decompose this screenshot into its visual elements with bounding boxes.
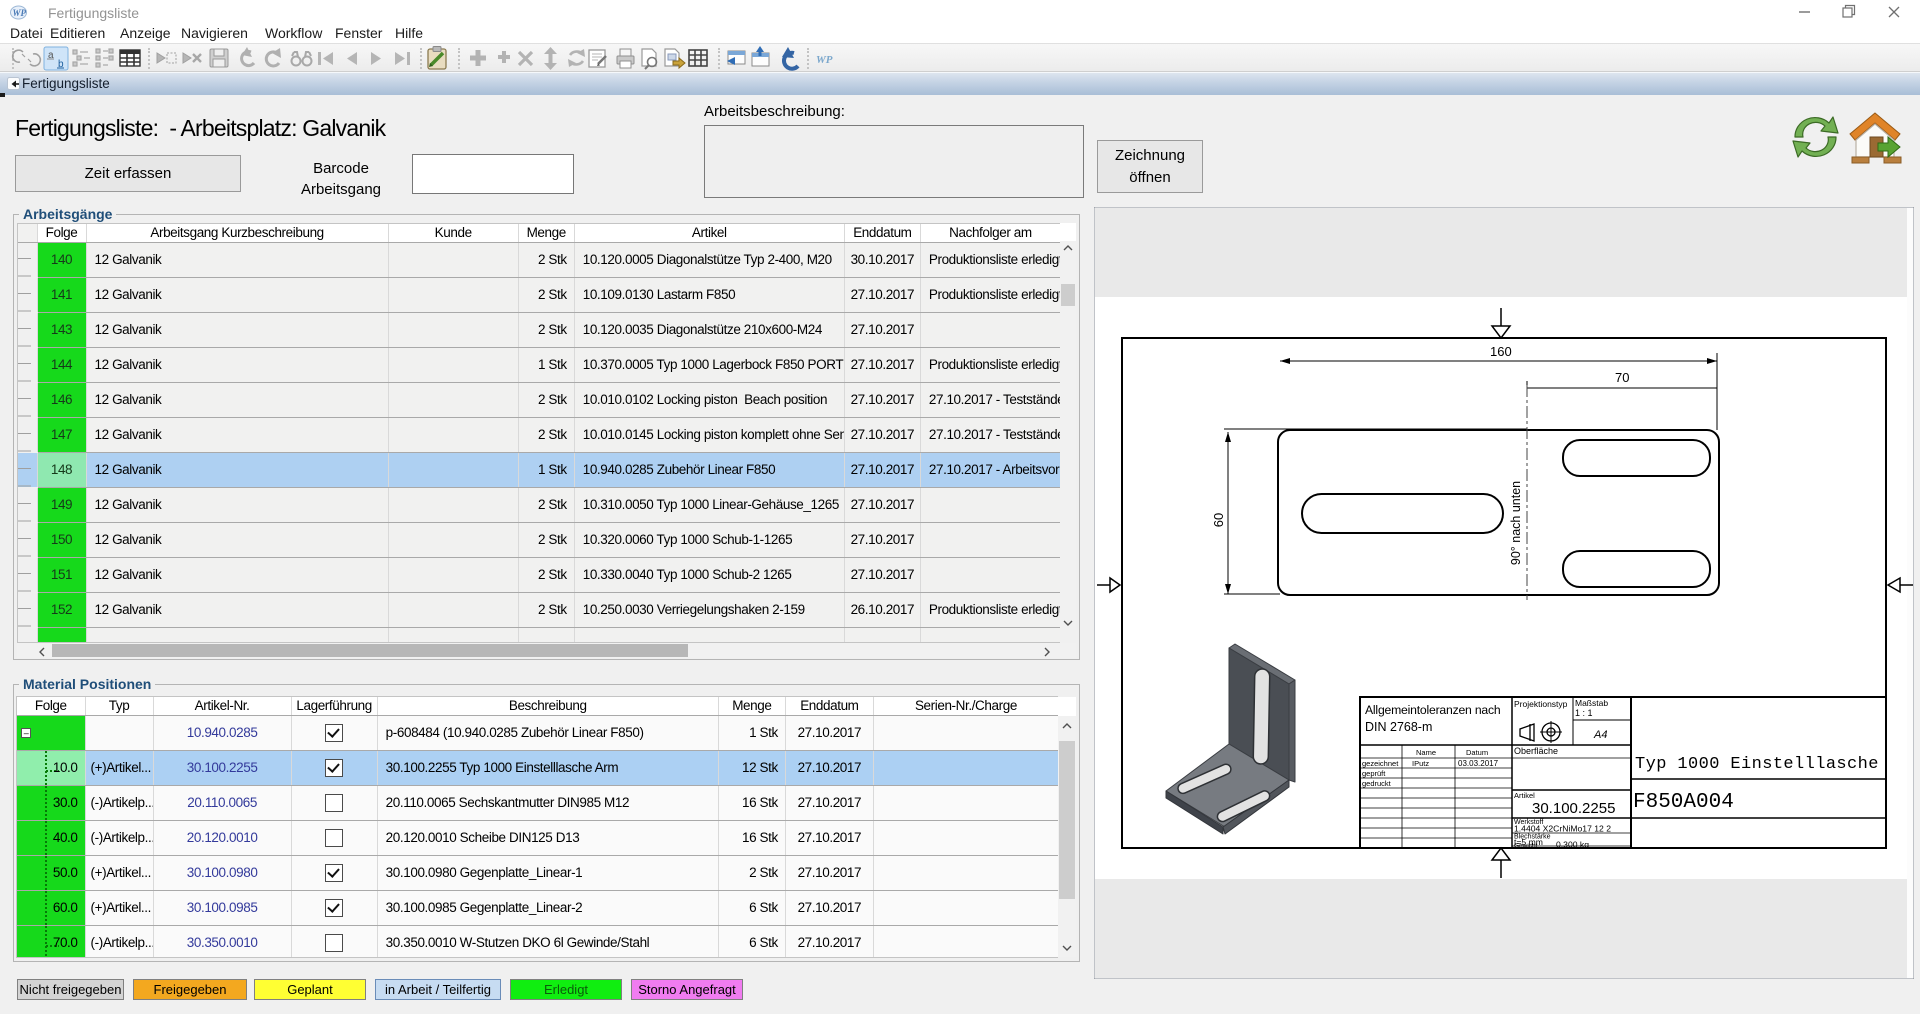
svg-text:Projektionstyp: Projektionstyp — [1514, 699, 1568, 709]
svg-text:gedruckt: gedruckt — [1362, 779, 1392, 788]
svg-text:Artikel: Artikel — [1514, 791, 1535, 800]
svg-text:Oberfläche: Oberfläche — [1514, 746, 1558, 756]
svg-text:A4: A4 — [1593, 729, 1607, 741]
svg-text:Datum: Datum — [1466, 748, 1488, 757]
svg-text:30.100.2255: 30.100.2255 — [1532, 800, 1615, 817]
svg-text:F850A004: F850A004 — [1633, 791, 1734, 814]
svg-text:geprüft: geprüft — [1362, 769, 1386, 778]
svg-text:60: 60 — [1211, 513, 1226, 527]
svg-text:Name: Name — [1416, 748, 1436, 757]
svg-text:70: 70 — [1615, 370, 1629, 385]
svg-text:Maßstab: Maßstab — [1575, 698, 1608, 708]
svg-text:WP: WP — [13, 8, 27, 18]
svg-text:160: 160 — [1490, 344, 1512, 359]
svg-text:IPutz: IPutz — [1412, 759, 1429, 768]
svg-text:0,300 kg: 0,300 kg — [1556, 840, 1589, 850]
svg-text:DIN 2768-m: DIN 2768-m — [1365, 720, 1432, 734]
svg-text:90° nach unten: 90° nach unten — [1509, 481, 1523, 565]
svg-text:1 : 1: 1 : 1 — [1575, 708, 1593, 718]
svg-text:1.4404 X2CrNiMo17 12 2: 1.4404 X2CrNiMo17 12 2 — [1514, 824, 1611, 834]
svg-text:03.03.2017: 03.03.2017 — [1458, 759, 1499, 768]
svg-text:Typ 1000 Einstelllasche: Typ 1000 Einstelllasche — [1635, 755, 1879, 774]
svg-text:gezeichnet: gezeichnet — [1362, 759, 1399, 768]
svg-text:WP: WP — [816, 54, 833, 66]
svg-text:Allgemeintoleranzen nach: Allgemeintoleranzen nach — [1365, 703, 1500, 717]
